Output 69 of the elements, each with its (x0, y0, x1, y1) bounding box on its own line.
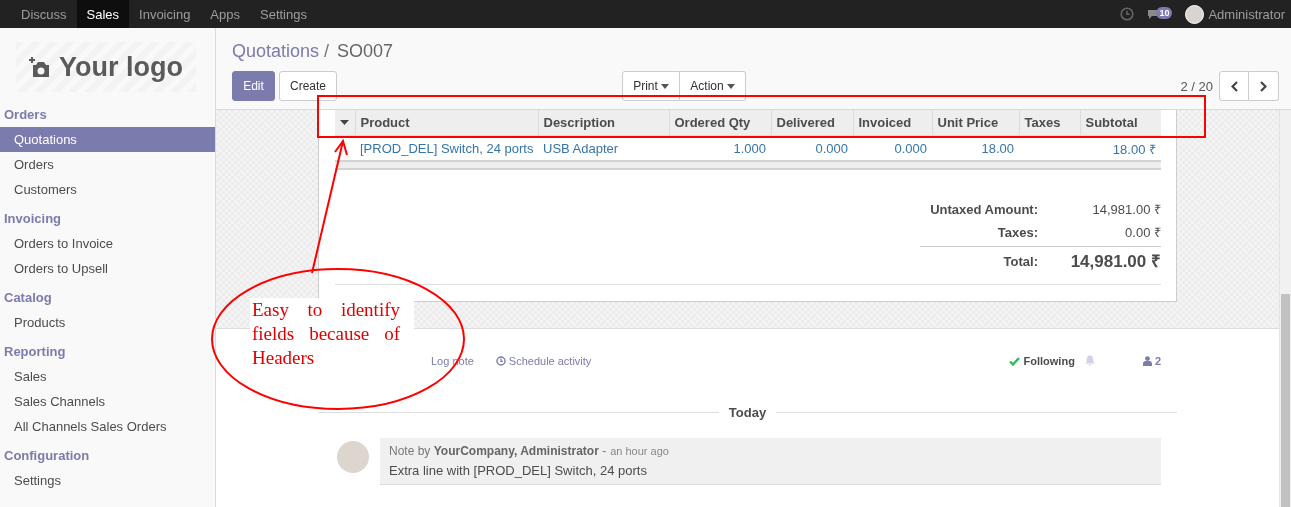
menu-section-title: Orders (3, 106, 48, 124)
user-name[interactable]: Administrator (1208, 6, 1285, 22)
column-header[interactable]: Delivered (771, 110, 853, 136)
message-count-badge: 10 (1156, 7, 1173, 19)
sidebar-item[interactable]: Settings (0, 468, 215, 493)
scrollbar-thumb[interactable] (1281, 294, 1290, 507)
menu-section-title: Invoicing (3, 210, 63, 228)
sidebar-item[interactable]: Orders to Upsell (0, 256, 215, 281)
app-menu-item[interactable]: Settings (250, 0, 317, 28)
person-icon (1142, 356, 1152, 366)
column-header[interactable]: Invoiced (853, 110, 932, 136)
chevron-left-icon (1230, 80, 1238, 92)
column-header[interactable]: Product (355, 110, 538, 136)
app-menu-item[interactable]: Apps (200, 0, 250, 28)
author-avatar (337, 441, 369, 473)
following-button[interactable]: Following (1008, 355, 1075, 367)
schedule-activity-link[interactable]: Schedule activity (495, 355, 592, 367)
clock-icon (495, 356, 506, 366)
sidebar-item[interactable]: All Channels Sales Orders (0, 414, 215, 439)
sidebar-item[interactable]: Quotations (0, 127, 215, 152)
bell-icon (1084, 354, 1095, 366)
column-header[interactable]: Unit Price (932, 110, 1019, 136)
total-label: Total: (920, 246, 1050, 277)
print-dropdown[interactable]: Print (622, 71, 680, 101)
message-time: an hour ago (610, 445, 669, 457)
caret-icon (726, 83, 735, 89)
edit-button[interactable]: Edit (232, 71, 275, 101)
app-menu-item[interactable]: Sales (76, 0, 130, 28)
message-body: Extra line with [PROD_DEL] Switch, 24 ports (389, 463, 648, 480)
action-dropdown[interactable]: Action (680, 71, 746, 101)
user-avatar (1185, 4, 1205, 24)
total-label: Taxes: (996, 224, 1039, 242)
menu-section-title: Configuration (3, 447, 91, 465)
message-author: Note by YourCompany, Administrator - (389, 444, 607, 458)
caret-icon (660, 83, 669, 89)
app-menu-item[interactable]: Invoicing (129, 0, 201, 28)
chevron-right-icon (1260, 80, 1267, 92)
sidebar-item[interactable]: Products (0, 310, 215, 335)
next-button[interactable] (1249, 71, 1279, 101)
sidebar-item[interactable]: Sales (0, 364, 215, 389)
pager-counter: 2 / 20 (1180, 78, 1213, 94)
app-menu-item[interactable]: Discuss (11, 0, 77, 28)
menu-section-title: Catalog (3, 289, 53, 307)
breadcrumb-link[interactable]: Quotations (232, 41, 320, 62)
date-divider-label: Today (728, 404, 767, 420)
breadcrumb-separator: / (324, 41, 330, 62)
total-value: 14,981.00 ₹ (1050, 246, 1161, 277)
total-label: Untaxed Amount: (929, 201, 1039, 219)
sidebar-item[interactable]: Orders (0, 152, 215, 177)
column-header[interactable]: Description (538, 110, 669, 136)
record-title: SO007 (337, 41, 394, 62)
sidebar-item[interactable]: Customers (0, 177, 215, 202)
total-value: 14,981.00 ₹ (1091, 201, 1161, 219)
caret-down-icon (340, 120, 350, 125)
column-header[interactable]: Subtotal (1080, 110, 1161, 136)
total-value: 0.00 ₹ (1124, 224, 1161, 242)
camera-icon (29, 57, 51, 77)
column-header[interactable]: Taxes (1019, 110, 1080, 136)
clock-icon (1120, 7, 1135, 21)
column-header[interactable]: Ordered Qty (669, 110, 771, 136)
check-icon (1008, 356, 1020, 366)
create-button[interactable]: Create (279, 71, 337, 101)
menu-section-title: Reporting (3, 343, 67, 361)
sidebar-item[interactable]: Orders to Invoice (0, 231, 215, 256)
column-toggle[interactable] (335, 110, 355, 136)
previous-button[interactable] (1219, 71, 1249, 101)
logo-text: Your logo (59, 51, 183, 83)
sidebar-item[interactable]: Sales Channels (0, 389, 215, 414)
followers-button[interactable]: 2 (1142, 355, 1161, 367)
